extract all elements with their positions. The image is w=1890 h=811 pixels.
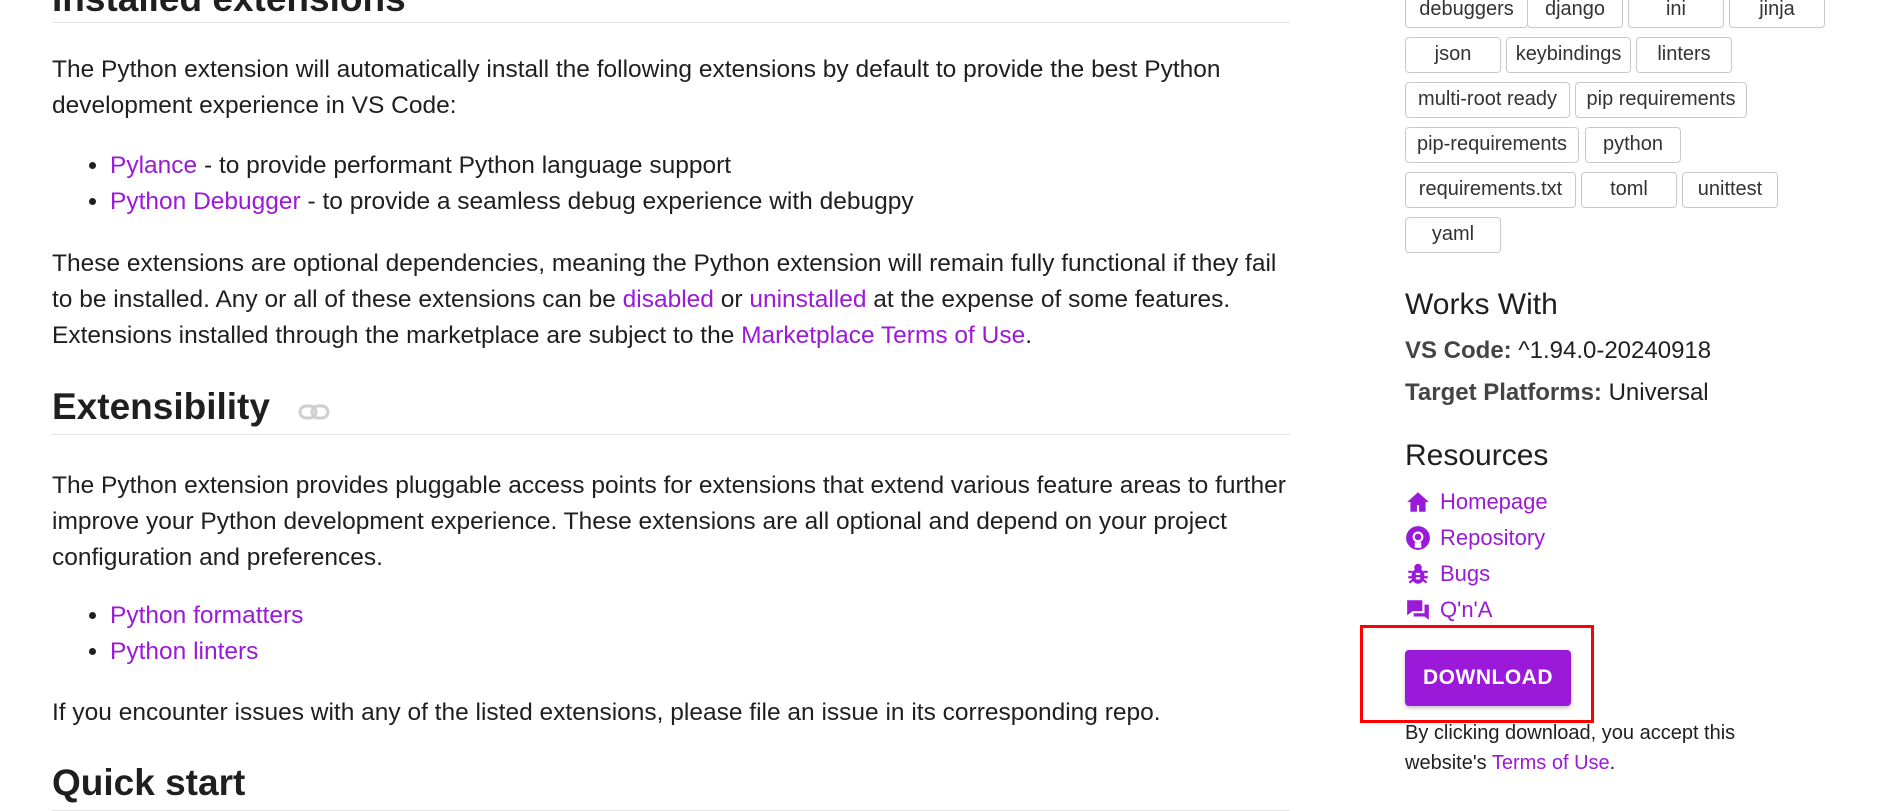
tag[interactable]: pip-requirements [1405,127,1579,163]
resource-label: Bugs [1440,561,1491,586]
link-icon[interactable] [298,388,330,430]
pylance-link[interactable]: Pylance [110,152,197,179]
installed-intro: The Python extension will automatically … [52,56,1221,119]
tag[interactable]: unittest [1682,172,1778,208]
target-platforms: Target Platforms: Universal [1405,379,1709,407]
terms-of-use-link[interactable]: Terms of Use [1492,752,1610,774]
tag[interactable]: django [1527,0,1623,28]
repository-link[interactable]: Repository [1405,525,1545,551]
platforms-value: Universal [1601,379,1709,406]
vscode-value: ^1.94.0-20240918 [1511,337,1712,364]
installed-list: Pylance - to provide performant Python l… [52,148,914,220]
tag[interactable]: requirements.txt [1405,172,1576,208]
extensibility-outro: If you encounter issues with any of the … [52,699,1161,726]
installed-extensions-heading: Installed extensions [52,0,1290,23]
github-icon [1406,526,1430,550]
python-formatters-link[interactable]: Python formatters [110,602,303,629]
tag[interactable]: multi-root ready [1405,82,1570,118]
vscode-version: VS Code: ^1.94.0-20240918 [1405,337,1711,365]
section-title: Installed extensions [52,0,406,19]
tag[interactable]: json [1405,37,1501,73]
tag[interactable]: yaml [1405,217,1501,253]
quick-start-heading: Quick start [52,762,1290,811]
marketplace-terms-link[interactable]: Marketplace Terms of Use [741,322,1025,349]
tag[interactable]: debuggers [1405,0,1528,28]
qna-link[interactable]: Q'n'A [1405,597,1492,623]
download-button[interactable]: DOWNLOAD [1405,650,1571,706]
extensibility-intro: The Python extension provides pluggable … [52,472,1286,571]
home-icon [1407,492,1429,512]
optional-dependencies-paragraph: These extensions are optional dependenci… [52,246,1290,354]
list-item-text: - to provide performant Python language … [197,152,732,179]
download-note: By clicking download, you accept this we… [1405,718,1785,778]
resources-heading: Resources [1405,439,1549,472]
tag[interactable]: keybindings [1506,37,1631,73]
note-text: . [1609,752,1616,774]
homepage-link[interactable]: Homepage [1405,489,1548,515]
tag[interactable]: ini [1628,0,1724,28]
tag[interactable]: linters [1636,37,1732,73]
tag[interactable]: toml [1581,172,1677,208]
extensibility-heading: Extensibility [52,386,1290,435]
python-debugger-link[interactable]: Python Debugger [110,188,301,215]
list-item: Pylance - to provide performant Python l… [110,148,914,184]
disabled-link[interactable]: disabled [623,286,714,313]
tag[interactable]: python [1585,127,1681,163]
bugs-link[interactable]: Bugs [1405,561,1490,587]
list-item-text: - to provide a seamless debug experience… [300,188,914,215]
list-item: Python formatters [110,598,303,634]
tag[interactable]: pip requirements [1575,82,1747,118]
tag[interactable]: jinja [1729,0,1825,28]
resource-label: Homepage [1440,489,1548,514]
resource-label: Repository [1440,525,1546,550]
section-title: Quick start [52,762,246,803]
paragraph-text: or [713,286,750,313]
extensibility-list: Python formatters Python linters [52,598,303,670]
bug-icon [1408,563,1428,584]
vscode-label: VS Code: [1405,337,1512,364]
chat-icon [1407,600,1429,620]
uninstalled-link[interactable]: uninstalled [749,286,866,313]
paragraph-text: . [1025,322,1033,349]
resource-label: Q'n'A [1440,597,1493,622]
list-item: Python linters [110,634,303,670]
list-item: Python Debugger - to provide a seamless … [110,184,914,220]
works-with-heading: Works With [1405,288,1558,321]
python-linters-link[interactable]: Python linters [110,638,258,665]
platforms-label: Target Platforms: [1405,379,1602,406]
section-title: Extensibility [52,386,270,427]
